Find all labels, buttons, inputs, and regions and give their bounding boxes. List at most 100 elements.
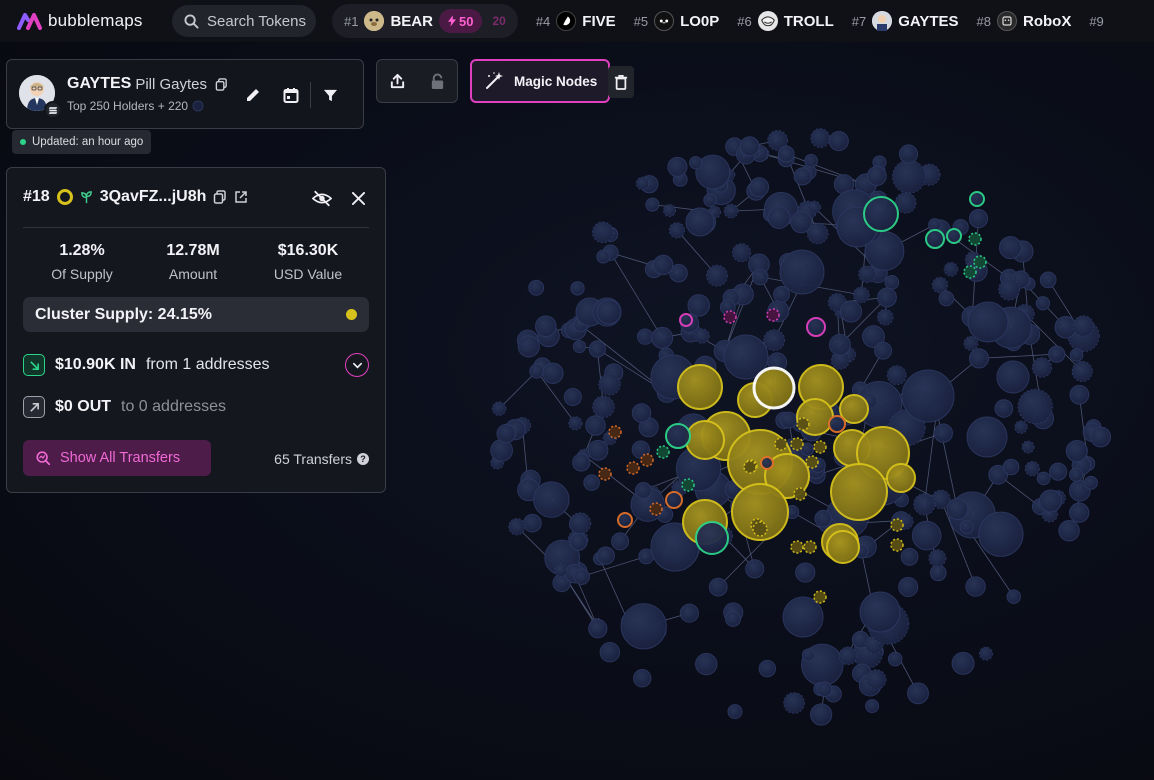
holder-bubble[interactable]	[745, 559, 765, 579]
holder-bubble[interactable]	[731, 243, 752, 263]
holder-bubble[interactable]	[631, 403, 652, 423]
holder-bubble[interactable]	[805, 455, 819, 469]
holder-bubble[interactable]	[685, 420, 725, 460]
holder-bubble[interactable]	[801, 648, 816, 662]
holder-bubble[interactable]	[826, 530, 860, 564]
holder-bubble[interactable]	[946, 228, 962, 244]
holder-bubble[interactable]	[596, 299, 622, 325]
holder-bubble[interactable]	[569, 512, 592, 535]
holder-bubble[interactable]	[570, 281, 585, 296]
holder-bubble[interactable]	[626, 461, 640, 475]
boost-badge[interactable]: 50	[438, 9, 483, 33]
holder-bubble[interactable]	[967, 301, 1009, 343]
holder-bubble[interactable]	[1014, 420, 1028, 434]
holder-bubble[interactable]	[743, 460, 757, 474]
holder-bubble[interactable]	[900, 547, 919, 566]
holder-bubble[interactable]	[681, 478, 695, 492]
holder-bubble[interactable]	[592, 221, 614, 244]
holder-bubble[interactable]	[508, 517, 526, 536]
holder-bubble[interactable]	[793, 487, 807, 501]
help-icon[interactable]: ?	[357, 453, 369, 465]
holder-bubble[interactable]	[568, 416, 583, 431]
holder-bubble[interactable]	[617, 512, 633, 528]
holder-bubble[interactable]	[796, 417, 810, 431]
holder-bubble[interactable]	[876, 308, 894, 326]
holder-bubble[interactable]	[1031, 357, 1053, 378]
holder-bubble[interactable]	[1069, 348, 1084, 362]
holder-bubble[interactable]	[723, 310, 737, 324]
holder-bubble[interactable]	[1036, 471, 1051, 486]
holder-bubble[interactable]	[774, 437, 788, 451]
holder-bubble[interactable]	[592, 395, 615, 419]
holder-bubble[interactable]	[533, 481, 570, 518]
holder-bubble[interactable]	[943, 262, 959, 277]
holder-bubble[interactable]	[1021, 440, 1035, 454]
close-icon[interactable]	[352, 192, 365, 205]
holder-bubble[interactable]	[890, 538, 904, 552]
ticker-item-9[interactable]: #9	[1089, 14, 1103, 29]
holder-bubble[interactable]	[752, 366, 796, 410]
holder-bubble[interactable]	[649, 502, 663, 516]
holder-bubble[interactable]	[966, 416, 1008, 458]
holder-bubble[interactable]	[554, 563, 568, 578]
holder-bubble[interactable]	[588, 340, 606, 358]
holder-bubble[interactable]	[608, 425, 622, 439]
holder-bubble[interactable]	[795, 562, 816, 583]
holder-bubble[interactable]	[535, 315, 557, 338]
holder-bubble[interactable]	[838, 646, 858, 666]
holder-bubble[interactable]	[1090, 426, 1112, 448]
holder-bubble[interactable]	[777, 145, 795, 163]
holder-bubble[interactable]	[694, 328, 710, 344]
holder-bubble[interactable]	[783, 692, 805, 714]
show-all-transfers-button[interactable]: Show All Transfers	[23, 440, 211, 476]
ticker-item-robox[interactable]: #8 RoboX	[977, 11, 1071, 31]
holder-bubble[interactable]	[816, 681, 833, 698]
holder-bubble[interactable]	[1071, 360, 1093, 382]
holder-bubble[interactable]	[890, 518, 904, 532]
holder-bubble[interactable]	[866, 165, 887, 186]
holder-bubble[interactable]	[901, 369, 955, 423]
holder-bubble[interactable]	[996, 360, 1030, 394]
holder-bubble[interactable]	[790, 437, 804, 451]
external-link-icon[interactable]	[234, 190, 248, 204]
holder-bubble[interactable]	[907, 682, 929, 705]
holder-bubble[interactable]	[587, 439, 609, 461]
holder-bubble[interactable]	[852, 286, 870, 304]
holder-bubble[interactable]	[968, 232, 982, 246]
holder-bubble[interactable]	[725, 610, 742, 627]
holder-bubble[interactable]	[959, 520, 974, 534]
expand-inflow-button[interactable]	[345, 353, 369, 377]
holder-bubble[interactable]	[573, 568, 590, 585]
holder-bubble[interactable]	[933, 423, 953, 443]
holder-bubble[interactable]	[865, 699, 880, 714]
holder-bubble[interactable]	[1068, 502, 1090, 523]
holder-bubble[interactable]	[1024, 460, 1040, 477]
holder-nodes[interactable]	[490, 128, 1112, 726]
holder-bubble[interactable]	[858, 265, 876, 284]
holder-bubble[interactable]	[763, 329, 786, 352]
holder-bubble[interactable]	[598, 373, 621, 396]
holder-bubble[interactable]	[803, 540, 817, 554]
holder-bubble[interactable]	[656, 445, 670, 459]
search-input[interactable]: Search Tokens	[172, 5, 316, 37]
holder-bubble[interactable]	[1072, 315, 1095, 337]
holder-bubble[interactable]	[653, 254, 674, 276]
holder-bubble[interactable]	[767, 206, 791, 229]
filter-button[interactable]	[311, 82, 349, 108]
holder-bubble[interactable]	[780, 411, 798, 429]
holder-bubble[interactable]	[938, 290, 955, 307]
holder-bubble[interactable]	[665, 491, 683, 509]
holder-bubble[interactable]	[928, 549, 947, 568]
holder-bubble[interactable]	[790, 211, 813, 234]
holder-bubble[interactable]	[739, 136, 760, 157]
holder-bubble[interactable]	[793, 167, 812, 186]
holder-bubble[interactable]	[679, 603, 699, 623]
share-icon[interactable]	[389, 73, 406, 90]
holder-bubble[interactable]	[865, 669, 887, 690]
holder-bubble[interactable]	[542, 362, 564, 384]
holder-bubble[interactable]	[963, 265, 977, 279]
holder-bubble[interactable]	[687, 294, 710, 317]
holder-bubble[interactable]	[651, 326, 674, 349]
holder-bubble[interactable]	[620, 603, 667, 650]
holder-bubble[interactable]	[839, 300, 863, 323]
